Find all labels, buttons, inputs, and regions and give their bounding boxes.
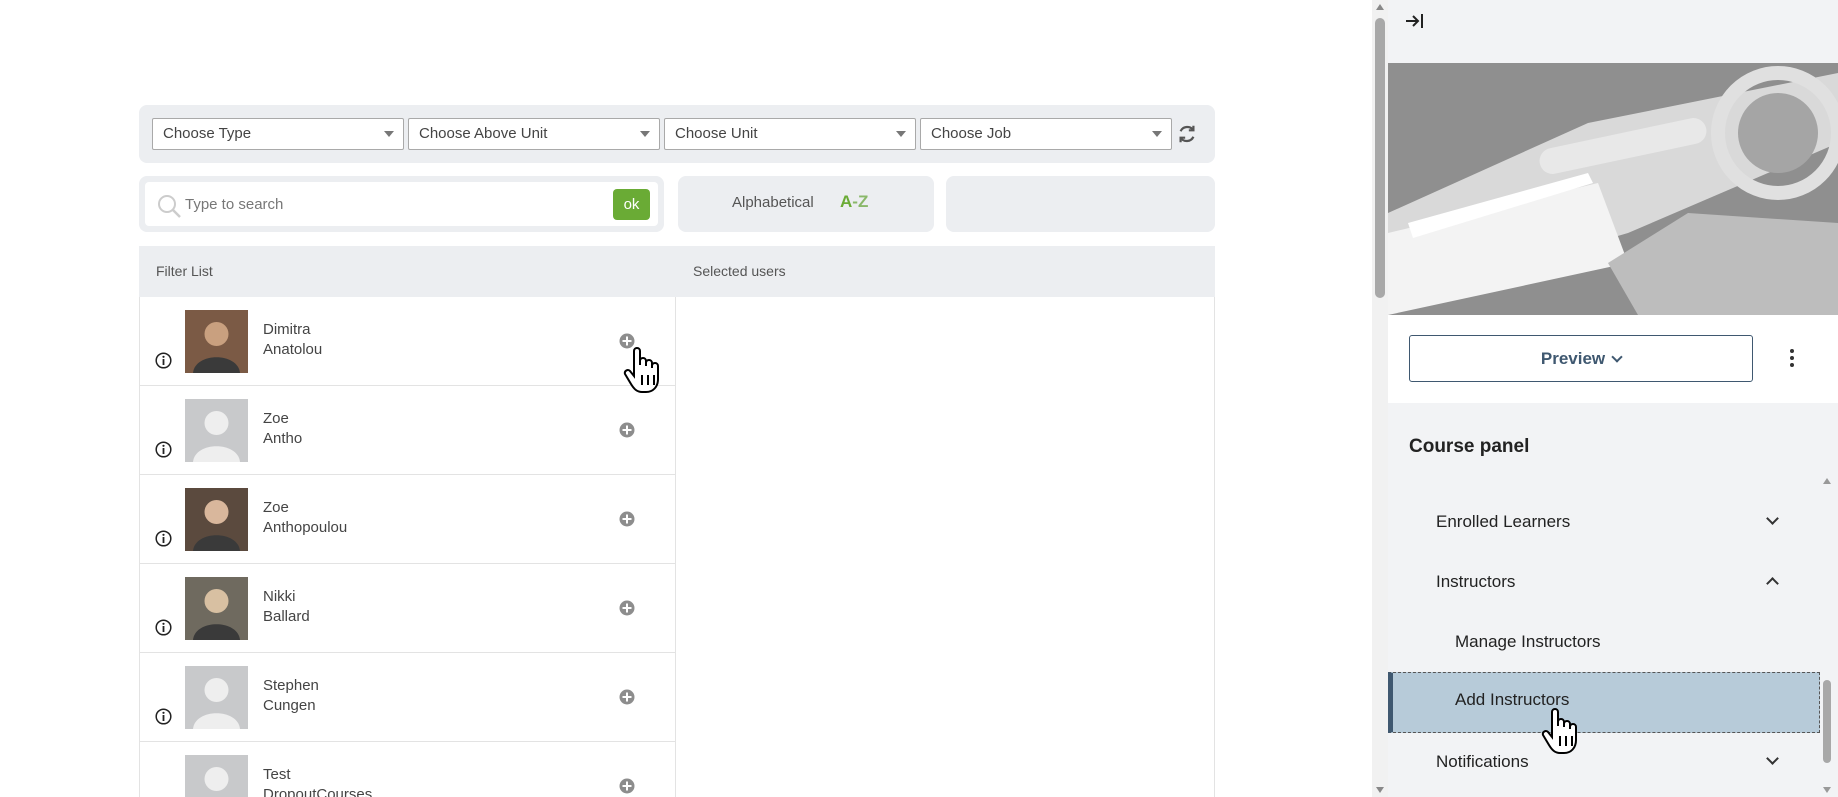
unit-select[interactable]: Choose Unit [664, 118, 916, 150]
user-first-name: Nikki [263, 588, 296, 605]
user-row: Test DropoutCourses [140, 742, 675, 797]
menu-notifications[interactable]: Notifications [1388, 734, 1820, 792]
chevron-down-icon [1611, 350, 1623, 363]
selected-users-list [676, 297, 1215, 797]
info-icon[interactable] [155, 352, 172, 369]
user-row: Zoe Antho [140, 386, 675, 475]
filter-bar: Choose Type Choose Above Unit Choose Uni… [139, 105, 1215, 163]
above-unit-select-label: Choose Above Unit [419, 125, 548, 142]
course-cover-image [1388, 63, 1838, 315]
avatar [185, 755, 248, 797]
hand-cursor-icon [1541, 708, 1577, 754]
user-first-name: Zoe [263, 499, 289, 516]
chevron-down-icon [1766, 752, 1779, 765]
type-select-label: Choose Type [163, 125, 252, 142]
sort-toggle[interactable]: Alphabetical A-Z [678, 176, 934, 232]
info-icon[interactable] [155, 708, 172, 725]
info-icon[interactable] [155, 619, 172, 636]
filter-list-heading: Filter List [156, 263, 213, 279]
sort-az-indicator: A-Z [840, 192, 868, 212]
preview-area: Preview [1388, 315, 1838, 403]
job-select[interactable]: Choose Job [920, 118, 1172, 150]
collapse-panel-icon[interactable] [1404, 10, 1426, 32]
menu-enrolled-label: Enrolled Learners [1436, 512, 1571, 531]
search-ok-button[interactable]: ok [613, 189, 650, 220]
menu-instructors[interactable]: Instructors [1388, 554, 1820, 612]
user-last-name: Anatolou [263, 341, 323, 358]
job-select-label: Choose Job [931, 125, 1012, 142]
add-user-icon[interactable] [619, 778, 635, 794]
menu-instructors-label: Instructors [1436, 572, 1516, 591]
selected-users-heading: Selected users [693, 263, 786, 279]
info-icon[interactable] [155, 441, 172, 458]
search-input[interactable] [185, 190, 585, 218]
refresh-icon[interactable] [1176, 123, 1198, 145]
user-last-name: DropoutCourses [263, 786, 373, 797]
search-field-wrap: ok [145, 182, 658, 226]
scrollbar-thumb[interactable] [1375, 18, 1385, 298]
type-select[interactable]: Choose Type [152, 118, 404, 150]
dropdown-arrow-icon [384, 131, 394, 137]
preview-label: Preview [1540, 348, 1606, 368]
chevron-up-icon [1766, 577, 1779, 590]
user-row: Nikki Ballard [140, 564, 675, 653]
menu-enrolled-learners[interactable]: Enrolled Learners [1388, 494, 1820, 552]
user-list: Dimitra Anatolou Zoe Antho Zoe Anthopoulou Nik… [139, 297, 676, 797]
empty-filter-box [946, 176, 1215, 232]
sort-label: Alphabetical [732, 194, 814, 211]
user-first-name: Test [263, 766, 291, 783]
menu-notifications-label: Notifications [1436, 752, 1529, 771]
menu-manage-instructors-label: Manage Instructors [1455, 632, 1601, 651]
dropdown-arrow-icon [1152, 131, 1162, 137]
user-last-name: Ballard [263, 608, 310, 625]
hand-cursor-icon [623, 347, 659, 393]
user-row: Zoe Anthopoulou [140, 475, 675, 564]
user-last-name: Anthopoulou [263, 519, 348, 536]
course-panel-title: Course panel [1409, 436, 1530, 457]
menu-manage-instructors[interactable]: Manage Instructors [1388, 614, 1820, 672]
user-first-name: Zoe [263, 410, 289, 427]
list-header: Filter List Selected users [139, 246, 1215, 297]
side-scrollbar[interactable] [1820, 478, 1834, 797]
add-user-icon[interactable] [619, 689, 635, 705]
scroll-down-icon[interactable] [1823, 787, 1831, 793]
scroll-down-icon[interactable] [1376, 787, 1384, 793]
avatar [185, 488, 248, 551]
dropdown-arrow-icon [640, 131, 650, 137]
avatar [185, 399, 248, 462]
user-last-name: Cungen [263, 697, 316, 714]
chevron-down-icon [1766, 512, 1779, 525]
add-user-icon[interactable] [619, 422, 635, 438]
add-user-icon[interactable] [619, 600, 635, 616]
avatar [185, 310, 248, 373]
preview-button[interactable]: Preview [1409, 335, 1753, 382]
avatar [185, 577, 248, 640]
user-first-name: Stephen [263, 677, 319, 694]
search-box: ok [139, 176, 664, 232]
menu-add-instructors[interactable]: Add Instructors [1388, 672, 1820, 733]
sort-az-rest: -Z [852, 192, 869, 211]
dropdown-arrow-icon [896, 131, 906, 137]
main-content: Choose Type Choose Above Unit Choose Uni… [0, 0, 1372, 797]
info-icon[interactable] [155, 530, 172, 547]
add-user-icon[interactable] [619, 511, 635, 527]
scroll-up-icon[interactable] [1823, 478, 1831, 484]
main-scrollbar[interactable] [1372, 0, 1388, 797]
sort-az-a: A [840, 192, 853, 211]
scroll-up-icon[interactable] [1376, 4, 1384, 10]
search-icon [158, 195, 181, 218]
course-cover-graphic [1388, 63, 1838, 315]
user-row: Stephen Cungen [140, 653, 675, 742]
user-row: Dimitra Anatolou [140, 297, 675, 386]
scrollbar-thumb[interactable] [1823, 680, 1831, 763]
side-panel: Preview Course panel Enrolled Learners I… [1388, 0, 1838, 797]
above-unit-select[interactable]: Choose Above Unit [408, 118, 660, 150]
more-options-icon[interactable] [1790, 349, 1794, 367]
avatar [185, 666, 248, 729]
user-first-name: Dimitra [263, 321, 311, 338]
user-last-name: Antho [263, 430, 303, 447]
unit-select-label: Choose Unit [675, 125, 758, 142]
